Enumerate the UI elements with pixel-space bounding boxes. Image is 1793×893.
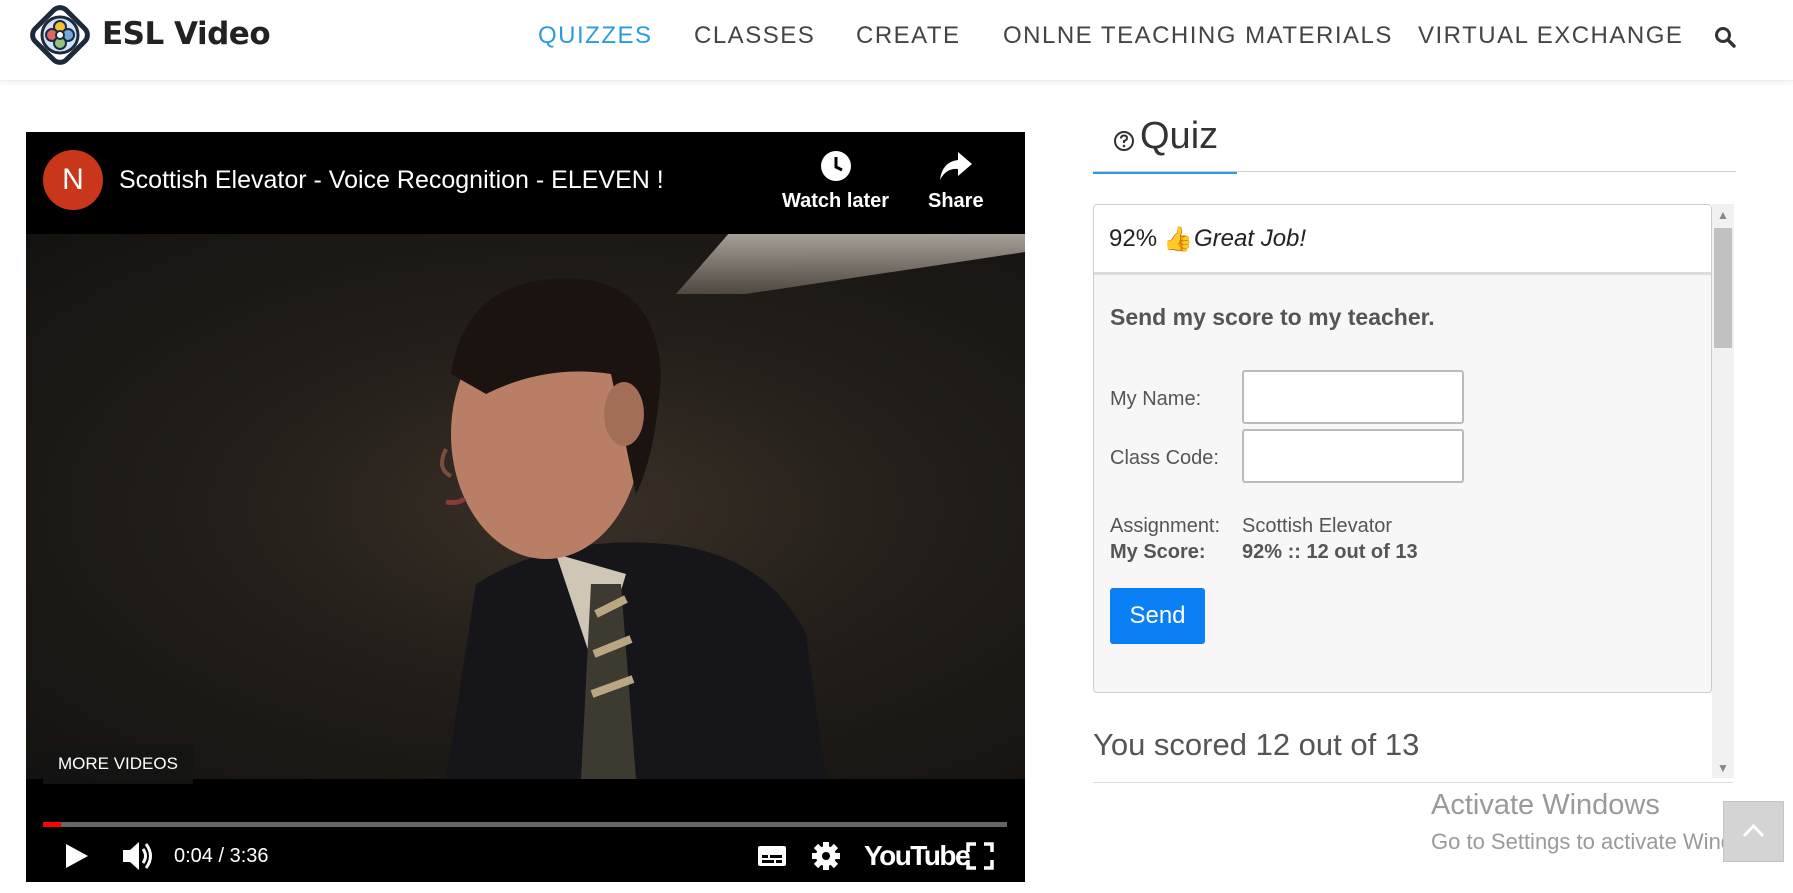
chevron-up-icon xyxy=(1742,823,1765,838)
score-percent: 92% xyxy=(1109,225,1158,252)
video-top-bar: N Scottish Elevator - Voice Recognition … xyxy=(26,132,1025,234)
watch-later-button[interactable]: Watch later xyxy=(782,150,889,213)
scroll-down-arrow-icon[interactable]: ▼ xyxy=(1717,761,1729,775)
video-progress-fill xyxy=(43,822,61,827)
question-circle-icon xyxy=(1114,131,1134,151)
video-title[interactable]: Scottish Elevator - Voice Recognition - … xyxy=(119,166,664,195)
share-label: Share xyxy=(928,190,984,212)
thumbs-up-icon: 👍 xyxy=(1163,226,1193,253)
site-header: ESL Video QUIZZES CLASSES CREATE ONLNE T… xyxy=(0,0,1793,81)
back-to-top-button[interactable] xyxy=(1723,801,1784,862)
assignment-value: Scottish Elevator xyxy=(1242,515,1393,537)
class-code-label: Class Code: xyxy=(1110,447,1219,469)
play-icon[interactable] xyxy=(62,836,92,876)
scroll-up-arrow-icon[interactable]: ▲ xyxy=(1717,208,1729,222)
scored-summary: You scored 12 out of 13 xyxy=(1093,727,1420,762)
video-time: 0:04 / 3:36 xyxy=(174,845,269,867)
tab-quiz[interactable]: Quiz xyxy=(1093,108,1237,174)
fullscreen-icon[interactable] xyxy=(966,836,994,876)
volume-icon[interactable] xyxy=(121,836,157,876)
nav-classes[interactable]: CLASSES xyxy=(694,22,815,50)
channel-avatar[interactable]: N xyxy=(43,150,103,210)
score-card-header: 92% 👍 Great Job! xyxy=(1094,205,1711,275)
settings-gear-icon[interactable] xyxy=(811,836,841,876)
name-input[interactable] xyxy=(1242,370,1464,424)
subtitles-icon[interactable] xyxy=(756,836,788,876)
quiz-title: Quiz xyxy=(1140,115,1219,157)
divider xyxy=(1093,782,1733,783)
scroll-thumb[interactable] xyxy=(1714,228,1732,348)
video-progress-bar[interactable] xyxy=(43,822,1007,827)
video-frame[interactable] xyxy=(26,234,1025,779)
video-player[interactable]: N Scottish Elevator - Voice Recognition … xyxy=(26,132,1025,882)
share-button[interactable]: Share xyxy=(928,150,984,213)
tab-underline xyxy=(1093,171,1736,172)
brand-name[interactable]: ESL Video xyxy=(102,16,271,52)
my-score-value: 92% :: 12 out of 13 xyxy=(1242,541,1418,563)
esl-video-logo[interactable] xyxy=(29,4,91,66)
quiz-scrollbar[interactable]: ▲ ▼ xyxy=(1712,204,1734,778)
activate-windows-title: Activate Windows xyxy=(1431,789,1660,821)
assignment-label: Assignment: xyxy=(1110,515,1221,537)
clock-icon xyxy=(820,151,851,181)
watch-later-label: Watch later xyxy=(782,190,890,212)
name-label: My Name: xyxy=(1110,388,1202,410)
great-job-text: Great Job! xyxy=(1194,225,1307,252)
score-card: 92% 👍 Great Job! Send my score to my tea… xyxy=(1093,204,1712,693)
my-score-label: My Score: xyxy=(1110,541,1206,563)
search-icon[interactable] xyxy=(1714,26,1736,48)
nav-create[interactable]: CREATE xyxy=(856,22,961,50)
share-icon xyxy=(939,152,972,180)
nav-quizzes[interactable]: QUIZZES xyxy=(538,22,653,50)
man-in-suit-image xyxy=(440,278,826,779)
nav-teaching-materials[interactable]: ONLNE TEACHING MATERIALS xyxy=(1003,22,1393,50)
nav-virtual-exchange[interactable]: VIRTUAL EXCHANGE xyxy=(1418,22,1683,50)
send-score-heading: Send my score to my teacher. xyxy=(1110,304,1435,330)
more-videos-button[interactable]: MORE VIDEOS xyxy=(43,744,193,784)
youtube-logo[interactable]: YouTube xyxy=(864,840,971,872)
send-button[interactable]: Send xyxy=(1110,588,1205,644)
class-code-input[interactable] xyxy=(1242,429,1464,483)
